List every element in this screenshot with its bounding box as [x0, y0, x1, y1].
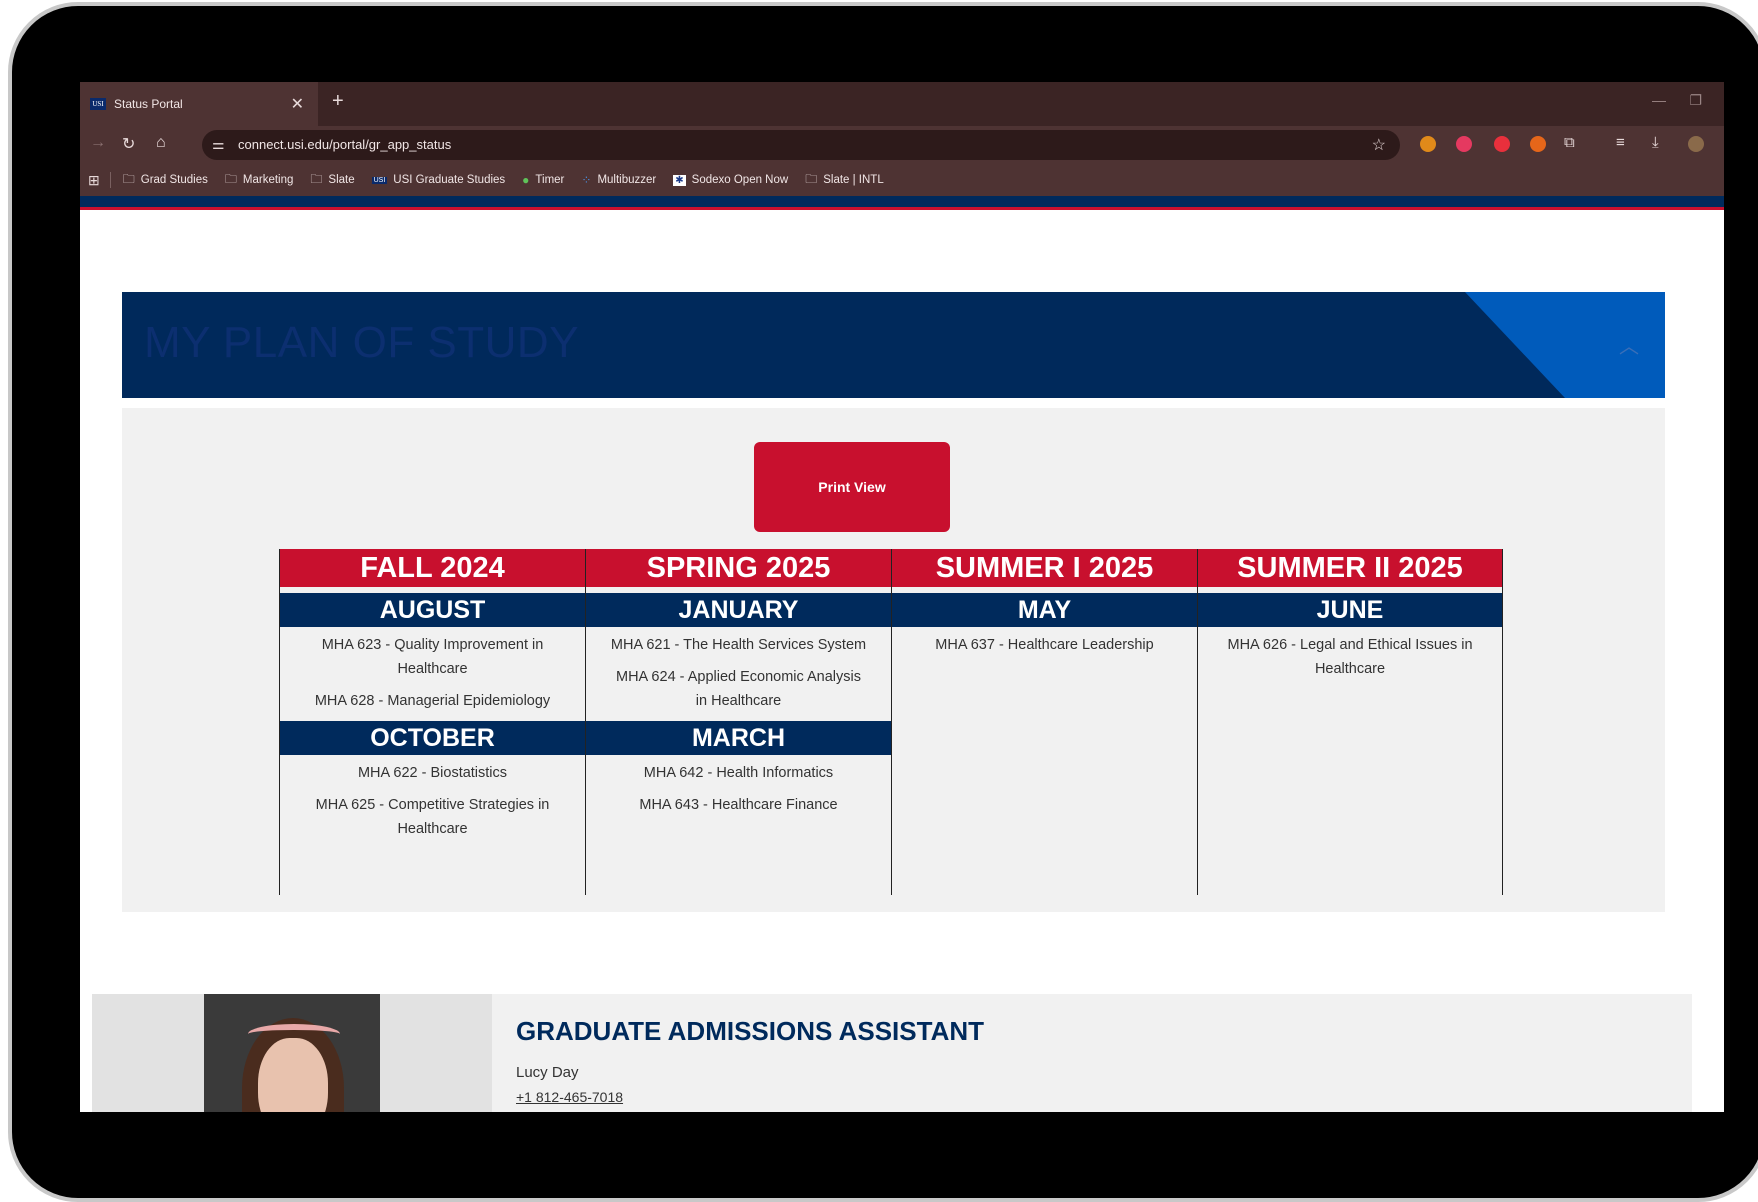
tab-strip: USI Status Portal ✕ + — ❐: [80, 82, 1724, 126]
month-heading: MAY: [892, 593, 1197, 627]
month-heading: AUGUST: [280, 593, 585, 627]
timer-icon: ●: [522, 173, 530, 187]
extension-2-icon[interactable]: [1456, 136, 1472, 152]
extension-3-icon[interactable]: [1494, 136, 1510, 152]
term-column-summer-i-2025: SUMMER I 2025 MAY MHA 637 - Healthcare L…: [891, 549, 1197, 895]
chevron-up-icon[interactable]: ︿: [1619, 330, 1639, 359]
bookmarks-separator: [109, 172, 111, 188]
extensions-puzzle-icon[interactable]: ⧉: [1564, 134, 1575, 151]
banner-accent-wedge: [1465, 292, 1565, 398]
minimize-icon[interactable]: —: [1652, 92, 1666, 108]
term-heading: SUMMER II 2025: [1198, 549, 1502, 587]
bookmark-star-icon[interactable]: ☆: [1372, 135, 1386, 155]
close-tab-icon[interactable]: ✕: [291, 94, 304, 114]
home-icon[interactable]: ⌂: [156, 134, 166, 152]
contact-card: GRADUATE ADMISSIONS ASSISTANT Lucy Day +…: [92, 994, 1692, 1112]
reload-icon[interactable]: ↻: [122, 134, 135, 154]
term-heading: SPRING 2025: [586, 549, 891, 587]
browser-toolbar: → ↻ ⌂ ⚌ connect.usi.edu/portal/gr_app_st…: [80, 126, 1724, 164]
term-heading: FALL 2024: [280, 549, 585, 587]
course-item: MHA 623 - Quality Improvement in Healthc…: [321, 637, 544, 677]
month-heading: JANUARY: [586, 593, 891, 627]
course-item: MHA 624 - Applied Economic Analysis in H…: [615, 669, 861, 709]
profile-avatar-icon[interactable]: [1688, 136, 1704, 152]
bookmark-usi-graduate-studies[interactable]: USI USI Graduate Studies: [371, 174, 505, 186]
bookmark-marketing[interactable]: 🗀 Marketing: [225, 170, 294, 191]
sodexo-icon: ✱: [673, 174, 686, 186]
laptop-frame: USI Status Portal ✕ + — ❐ → ↻ ⌂ ⚌ connec…: [8, 2, 1758, 1202]
month-heading: MARCH: [586, 721, 891, 755]
bookmark-timer[interactable]: ● Timer: [522, 173, 564, 187]
course-item: MHA 637 - Healthcare Leadership: [935, 637, 1154, 653]
contact-role: GRADUATE ADMISSIONS ASSISTANT: [516, 1016, 985, 1046]
bookmarks-bar: ⊞ 🗀 Grad Studies 🗀 Marketing 🗀 Slate USI USI…: [80, 164, 1724, 196]
bookmark-grad-studies[interactable]: 🗀 Grad Studies: [123, 170, 208, 191]
restore-icon[interactable]: ❐: [1689, 92, 1702, 109]
tab-status-portal[interactable]: USI Status Portal ✕: [80, 82, 318, 126]
bookmark-multibuzzer[interactable]: ⁘ Multibuzzer: [581, 173, 656, 187]
reading-list-icon[interactable]: ≡: [1616, 134, 1625, 151]
term-column-fall-2024: FALL 2024 AUGUST MHA 623 - Quality Impro…: [279, 549, 585, 895]
print-view-button[interactable]: Print View: [754, 442, 950, 532]
header-red-rule: [80, 207, 1724, 210]
new-tab-button[interactable]: +: [332, 90, 344, 113]
usi-favicon-icon: USI: [90, 98, 106, 110]
section-title: MY PLAN OF STUDY: [144, 318, 580, 367]
folder-icon: 🗀: [224, 171, 237, 186]
bookmark-sodexo-open-now[interactable]: ✱ Sodexo Open Now: [673, 174, 788, 186]
course-item: MHA 626 - Legal and Ethical Issues in He…: [1227, 637, 1473, 677]
apps-grid-icon[interactable]: ⊞: [88, 172, 100, 189]
site-info-icon[interactable]: ⚌: [212, 136, 225, 153]
plan-grid: FALL 2024 AUGUST MHA 623 - Quality Impro…: [279, 549, 1507, 895]
plan-of-study-banner[interactable]: MY PLAN OF STUDY ︿: [122, 292, 1665, 398]
forward-icon[interactable]: →: [90, 134, 106, 152]
term-heading: SUMMER I 2025: [892, 549, 1197, 587]
course-item: MHA 625 - Competitive Strategies in Heal…: [315, 797, 550, 837]
site-header-strip: [80, 196, 1724, 207]
url-text: connect.usi.edu/portal/gr_app_status: [238, 137, 452, 152]
course-item: MHA 643 - Healthcare Finance: [639, 797, 838, 813]
month-heading: JUNE: [1198, 593, 1502, 627]
contact-phone-link[interactable]: +1 812-465-7018: [516, 1089, 623, 1105]
folder-icon: 🗀: [805, 171, 818, 186]
download-icon[interactable]: ⤓: [1652, 134, 1659, 151]
banner-accent-block: [1565, 292, 1665, 398]
extension-4-icon[interactable]: [1530, 136, 1546, 152]
folder-icon: 🗀: [310, 171, 323, 186]
browser-window: USI Status Portal ✕ + — ❐ → ↻ ⌂ ⚌ connec…: [80, 82, 1724, 1112]
address-bar[interactable]: ⚌ connect.usi.edu/portal/gr_app_status ☆: [202, 130, 1400, 160]
course-item: MHA 621 - The Health Services System: [610, 637, 867, 653]
course-item: MHA 642 - Health Informatics: [643, 765, 834, 781]
contact-name: Lucy Day: [516, 1064, 579, 1081]
extension-1-icon[interactable]: [1420, 136, 1436, 152]
course-item: MHA 628 - Managerial Epidemiology: [314, 693, 551, 709]
tab-title: Status Portal: [114, 97, 183, 111]
term-column-spring-2025: SPRING 2025 JANUARY MHA 621 - The Health…: [585, 549, 891, 895]
staff-photo: [204, 994, 380, 1112]
course-item: MHA 622 - Biostatistics: [357, 765, 508, 781]
usi-logo-icon: USI: [371, 176, 388, 184]
term-column-summer-ii-2025: SUMMER II 2025 JUNE MHA 626 - Legal and …: [1197, 549, 1503, 895]
multibuzzer-icon: ⁘: [581, 173, 592, 187]
month-heading: OCTOBER: [280, 721, 585, 755]
folder-icon: 🗀: [122, 171, 135, 186]
bookmark-slate-intl[interactable]: 🗀 Slate | INTL: [805, 170, 884, 191]
bookmark-slate[interactable]: 🗀 Slate: [310, 170, 354, 191]
